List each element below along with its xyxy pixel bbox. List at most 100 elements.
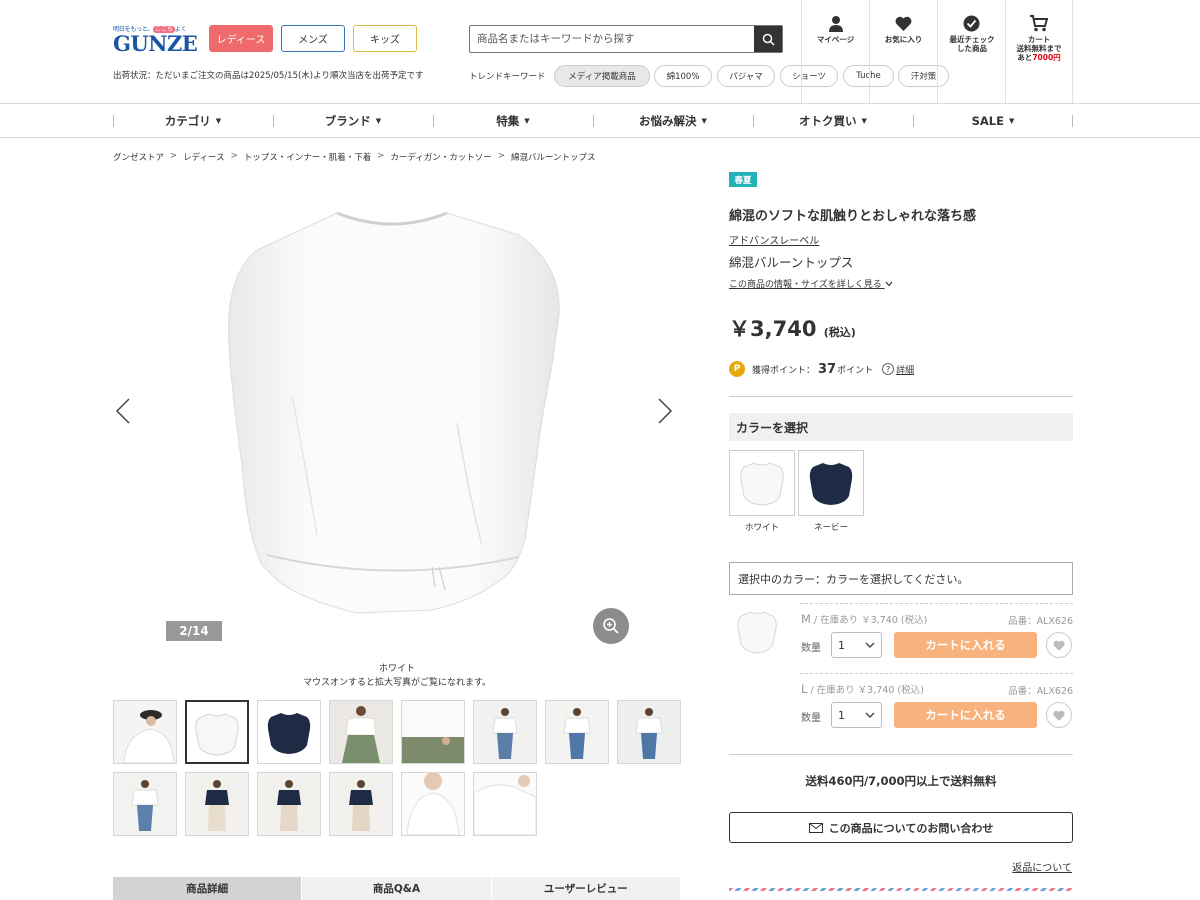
image-counter: 2/14 xyxy=(166,621,222,641)
breadcrumb-item[interactable]: レディース xyxy=(183,151,224,163)
divider xyxy=(729,396,1073,397)
thumbnail[interactable] xyxy=(473,772,537,836)
zoom-hint: マウスオンすると拡大写真がご覧になれます。 xyxy=(302,678,492,688)
trend-keyword[interactable]: パジャマ xyxy=(717,65,775,87)
help-icon: ? xyxy=(882,363,895,375)
trend-keyword[interactable]: メディア掲載商品 xyxy=(554,65,650,87)
thumbnail[interactable] xyxy=(545,700,609,764)
breadcrumb-item[interactable]: グンゼストア xyxy=(113,151,164,163)
mypage-label: マイページ xyxy=(816,35,855,44)
detail-tabs: 商品詳細 商品Q&A ユーザーレビュー xyxy=(113,877,681,900)
prev-image-arrow[interactable] xyxy=(115,398,131,427)
breadcrumb-item[interactable]: カーディガン・カットソー xyxy=(390,151,491,163)
tab-details[interactable]: 商品詳細 xyxy=(113,877,303,900)
color-swatch-label: ホワイト xyxy=(744,523,779,533)
thumbnail[interactable] xyxy=(113,772,177,836)
breadcrumb-current: 綿混バルーントップス xyxy=(510,153,596,163)
quantity-select[interactable]: 1 xyxy=(831,702,882,728)
search-icon xyxy=(762,33,775,46)
color-swatch-navy[interactable] xyxy=(798,450,864,516)
favorites-link[interactable]: お気に入り xyxy=(869,0,937,103)
points-label: 獲得ポイント： xyxy=(752,365,816,376)
mail-icon xyxy=(808,822,823,833)
mens-button[interactable]: メンズ xyxy=(281,25,345,52)
image-caption: ホワイト マウスオンすると拡大写真がご覧になれます。 xyxy=(113,662,681,690)
tax-label: (税込) xyxy=(823,326,856,339)
chevron-right-icon xyxy=(658,398,673,424)
ship-status: 出荷状況：ただいまご注文の商品は2025/05/15(木)より順次当店を出荷予定… xyxy=(113,71,424,81)
heart-icon xyxy=(1053,640,1065,651)
search-button[interactable] xyxy=(754,26,782,52)
inquiry-button[interactable]: この商品についてのお問い合わせ xyxy=(729,812,1073,843)
quantity-select[interactable]: 1 xyxy=(831,632,882,658)
thumbnail[interactable] xyxy=(401,700,465,764)
recent-label: 最近チェック した商品 xyxy=(949,35,995,53)
nav-brand[interactable]: ブランド ▼ xyxy=(273,104,433,137)
sku-code: 品番：ALX626 xyxy=(1008,686,1073,697)
heart-icon xyxy=(1053,710,1065,721)
color-swatch-label: ネービー xyxy=(813,523,848,533)
thumbnail[interactable] xyxy=(185,700,249,764)
trend-keyword[interactable]: 綿100% xyxy=(654,65,712,87)
zoom-button[interactable] xyxy=(593,608,629,644)
points-unit: ポイント xyxy=(837,365,874,376)
global-nav: カテゴリ ▼ ブランド ▼ 特集 ▼ お悩み解決 ▼ オトク買い ▼ SALE ▼ xyxy=(113,104,1073,137)
sku-size: L / 在庫あり ￥3,740 (税込) xyxy=(801,682,924,696)
product-catchphrase: 綿混のソフトな肌触りとおしゃれな落ち感 xyxy=(729,209,977,224)
color-swatch-white[interactable] xyxy=(729,450,795,516)
next-image-arrow[interactable] xyxy=(657,398,673,427)
thumbnail[interactable] xyxy=(113,700,177,764)
brand-link[interactable]: アドバンスレーベル xyxy=(729,232,819,247)
favorite-button[interactable] xyxy=(1046,632,1072,658)
return-policy-link[interactable]: 返品について xyxy=(1012,859,1072,874)
thumbnail[interactable] xyxy=(257,772,321,836)
price-value: ￥3,740 xyxy=(729,317,817,341)
logo-word: GUNZE xyxy=(113,31,198,56)
thumbnail[interactable] xyxy=(257,700,321,764)
kids-button[interactable]: キッズ xyxy=(353,25,417,52)
thumbnail[interactable] xyxy=(473,700,537,764)
cart-link[interactable]: カート 送料無料まで あと7000円 xyxy=(1005,0,1073,103)
thumbnail[interactable] xyxy=(617,700,681,764)
recent-link[interactable]: 最近チェック した商品 xyxy=(937,0,1005,103)
quantity-label: 数量 xyxy=(801,643,821,654)
color-select-heading: カラーを選択 xyxy=(729,413,1073,441)
caret-down-icon: ▼ xyxy=(524,116,530,125)
search-input[interactable] xyxy=(470,26,755,52)
divider xyxy=(729,754,1073,755)
thumbnail[interactable] xyxy=(329,700,393,764)
tab-reviews[interactable]: ユーザーレビュー xyxy=(491,877,681,900)
nav-deals[interactable]: オトク買い ▼ xyxy=(753,104,913,137)
shipping-fee: 送料460円/7,000円以上で送料無料 xyxy=(805,774,997,788)
chevron-down-icon xyxy=(865,712,875,718)
product-main-image[interactable] xyxy=(207,195,577,625)
sku-code: 品番：ALX626 xyxy=(1008,616,1073,627)
nav-sale[interactable]: SALE ▼ xyxy=(913,104,1073,137)
tab-qa[interactable]: 商品Q&A xyxy=(302,877,492,900)
search-box xyxy=(469,25,783,53)
gunze-logo[interactable]: 明日をもっと、 ここち よく GUNZE xyxy=(113,24,198,56)
cart-icon xyxy=(1030,14,1048,31)
add-to-cart-button[interactable]: カートに入れる xyxy=(894,702,1037,728)
nav-divider xyxy=(0,137,1200,138)
mypage-link[interactable]: マイページ xyxy=(801,0,869,103)
nav-category[interactable]: カテゴリ ▼ xyxy=(113,104,273,137)
detail-link[interactable]: この商品の情報・サイズを詳しく見る xyxy=(729,277,893,290)
caret-down-icon: ▼ xyxy=(861,116,867,125)
ladies-button[interactable]: レディース xyxy=(209,25,273,52)
zoom-in-icon xyxy=(603,618,619,634)
points-help-link[interactable]: 詳細 xyxy=(896,363,914,376)
price: ￥3,740 (税込) xyxy=(729,313,856,343)
breadcrumb: グンゼストア > レディース > トップス・インナー・肌着・下着 > カーディガン・カ… xyxy=(113,151,596,163)
sku-image xyxy=(737,611,777,654)
thumbnail[interactable] xyxy=(329,772,393,836)
nav-feature[interactable]: 特集 ▼ xyxy=(433,104,593,137)
caret-down-icon: ▼ xyxy=(701,116,707,125)
favorite-button[interactable] xyxy=(1046,702,1072,728)
quantity-label: 数量 xyxy=(801,713,821,724)
add-to-cart-button[interactable]: カートに入れる xyxy=(894,632,1037,658)
thumbnail[interactable] xyxy=(401,772,465,836)
thumbnail[interactable] xyxy=(185,772,249,836)
breadcrumb-item[interactable]: トップス・インナー・肌着・下着 xyxy=(244,151,372,163)
nav-solutions[interactable]: お悩み解決 ▼ xyxy=(593,104,753,137)
